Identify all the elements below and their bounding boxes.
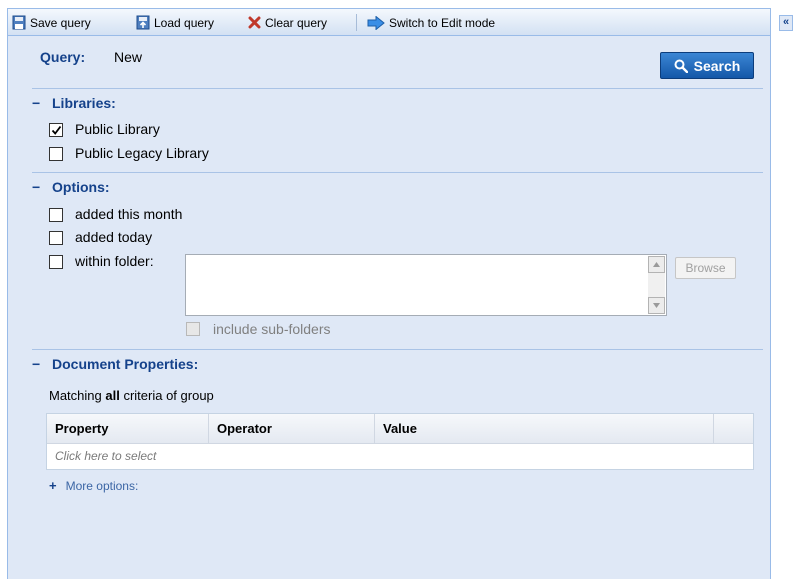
column-header-empty xyxy=(714,414,753,443)
column-header-operator[interactable]: Operator xyxy=(209,414,375,443)
matching-suffix: criteria of group xyxy=(119,388,214,403)
load-query-button[interactable]: Load query xyxy=(136,13,214,32)
include-sub-folders-checkbox[interactable] xyxy=(186,322,200,336)
matching-prefix: Matching xyxy=(49,388,106,403)
libraries-title: Libraries: xyxy=(52,95,116,111)
within-folder-checkbox[interactable] xyxy=(49,255,63,269)
collapse-minus-icon: − xyxy=(32,356,41,372)
public-legacy-library-checkbox[interactable] xyxy=(49,147,63,161)
divider xyxy=(32,172,763,173)
divider xyxy=(32,88,763,89)
libraries-section-toggle[interactable]: − Libraries: xyxy=(32,95,116,111)
plus-icon: + xyxy=(49,478,57,493)
collapse-panel-button[interactable]: « xyxy=(779,15,793,31)
column-header-value[interactable]: Value xyxy=(375,414,714,443)
toolbar-separator xyxy=(356,14,357,31)
matching-criteria-text: Matching all criteria of group xyxy=(49,388,214,403)
toolbar: Save query Load query Clear query Switch… xyxy=(8,9,770,36)
include-sub-folders-label: include sub-folders xyxy=(213,321,331,337)
switch-edit-mode-label: Switch to Edit mode xyxy=(389,15,496,30)
search-button[interactable]: Search xyxy=(660,52,754,79)
added-today-checkbox[interactable] xyxy=(49,231,63,245)
clear-icon xyxy=(248,16,261,29)
grid-header: Property Operator Value xyxy=(47,414,753,444)
added-today-label: added today xyxy=(75,229,153,245)
document-properties-title: Document Properties: xyxy=(52,356,199,372)
column-header-property[interactable]: Property xyxy=(47,414,209,443)
save-query-label: Save query xyxy=(30,15,91,30)
added-this-month-checkbox[interactable] xyxy=(49,208,63,222)
query-name: New xyxy=(114,49,143,65)
more-options-label: More options: xyxy=(65,478,139,493)
divider xyxy=(32,349,763,350)
added-this-month-label: added this month xyxy=(75,206,183,222)
scroll-up-button[interactable] xyxy=(648,256,665,273)
scroll-down-button[interactable] xyxy=(648,297,665,314)
clear-query-label: Clear query xyxy=(265,15,328,30)
triangle-down-icon xyxy=(653,303,660,308)
search-icon xyxy=(674,59,688,73)
clear-query-button[interactable]: Clear query xyxy=(248,13,327,32)
public-legacy-library-label: Public Legacy Library xyxy=(75,145,209,161)
within-folder-label: within folder: xyxy=(75,253,154,269)
folder-path-textarea[interactable] xyxy=(185,254,667,316)
load-query-label: Load query xyxy=(154,15,215,30)
criteria-grid: Property Operator Value Click here to se… xyxy=(46,413,754,470)
public-library-label: Public Library xyxy=(75,121,160,137)
matching-mode: all xyxy=(105,388,120,403)
document-properties-section-toggle[interactable]: − Document Properties: xyxy=(32,356,198,372)
public-library-checkbox[interactable] xyxy=(49,123,63,137)
switch-edit-mode-button[interactable]: Switch to Edit mode xyxy=(367,13,495,32)
options-title: Options: xyxy=(52,179,110,195)
browse-button[interactable]: Browse xyxy=(675,257,736,279)
more-options-link[interactable]: + More options: xyxy=(49,478,138,493)
arrow-right-icon xyxy=(367,15,385,30)
query-label: Query: xyxy=(40,49,86,65)
search-button-label: Search xyxy=(693,57,741,74)
scrollbar[interactable] xyxy=(648,256,665,314)
grid-placeholder-row[interactable]: Click here to select xyxy=(47,444,753,469)
collapse-minus-icon: − xyxy=(32,95,41,111)
save-query-button[interactable]: Save query xyxy=(12,13,91,32)
check-icon xyxy=(51,125,62,135)
triangle-up-icon xyxy=(653,262,660,267)
save-icon xyxy=(12,15,26,30)
load-icon xyxy=(136,15,150,30)
options-section-toggle[interactable]: − Options: xyxy=(32,179,110,195)
collapse-minus-icon: − xyxy=(32,179,41,195)
